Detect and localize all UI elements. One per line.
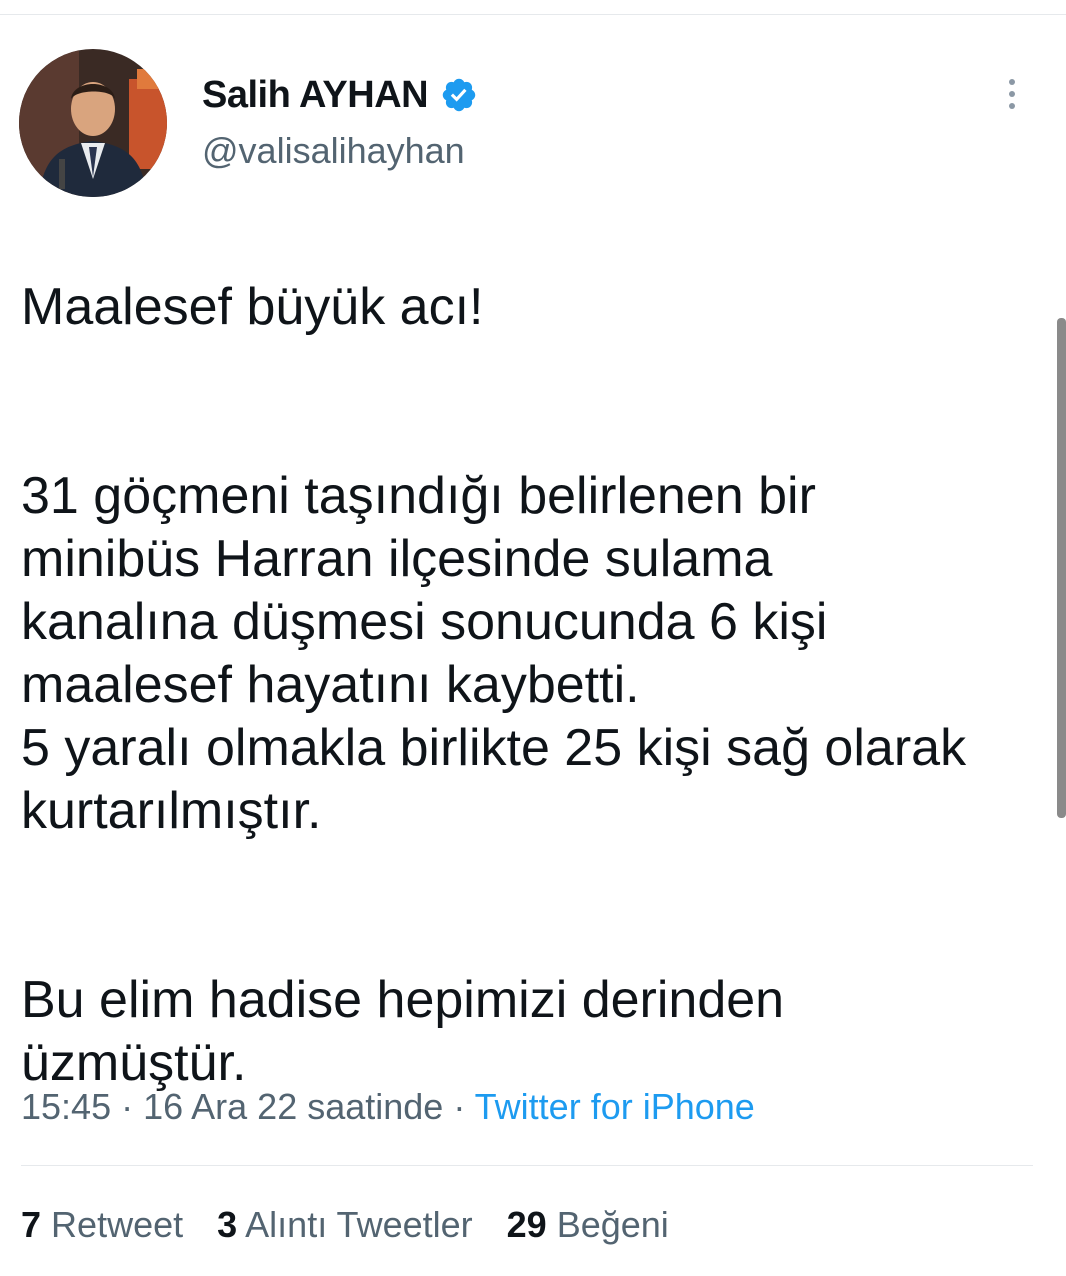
retweet-count: 7 [21, 1204, 42, 1245]
tweet-time[interactable]: 15:45 [21, 1086, 111, 1127]
retweets-stat[interactable]: 7 Retweet [21, 1204, 183, 1246]
quote-label: Alıntı Tweetler [245, 1204, 473, 1245]
tweet-text: Maalesef büyük acı! 31 göçmeni taşındığı… [21, 213, 981, 1158]
more-vertical-icon[interactable] [990, 72, 1034, 116]
author-handle[interactable]: @valisalihayhan [202, 130, 465, 172]
quotes-stat[interactable]: 3 Alıntı Tweetler [217, 1204, 473, 1246]
author-display-name[interactable]: Salih AYHAN [202, 74, 429, 117]
avatar[interactable] [19, 49, 167, 197]
author-name-row[interactable]: Salih AYHAN [202, 70, 478, 120]
meta-separator: · [111, 1086, 144, 1127]
like-label: Beğeni [556, 1204, 669, 1245]
meta-separator: · [443, 1086, 475, 1127]
stats-divider [21, 1165, 1033, 1166]
likes-stat[interactable]: 29 Beğeni [507, 1204, 669, 1246]
quote-count: 3 [217, 1204, 238, 1245]
scrollbar[interactable] [1057, 318, 1066, 818]
tweet-source-link[interactable]: Twitter for iPhone [475, 1086, 755, 1127]
tweet-paragraph-2: 31 göçmeni taşındığı belirlenen bir mini… [21, 467, 967, 840]
like-count: 29 [506, 1204, 547, 1245]
tweet-paragraph-3: Bu elim hadise hepimizi derinden üzmüştü… [21, 971, 785, 1092]
tweet-paragraph-1: Maalesef büyük acı! [21, 278, 484, 336]
tweet-date[interactable]: 16 Ara 22 saatinde [143, 1086, 443, 1127]
verified-badge-icon [440, 76, 478, 114]
avatar-image [19, 49, 167, 197]
tweet-stats: 7 Retweet 3 Alıntı Tweetler 29 Beğeni [21, 1204, 669, 1246]
tweet: Salih AYHAN @valisalihayhan Maalesef büy… [0, 0, 1066, 1276]
tweet-meta: 15:45 · 16 Ara 22 saatinde · Twitter for… [21, 1086, 755, 1128]
retweet-label: Retweet [51, 1204, 184, 1245]
